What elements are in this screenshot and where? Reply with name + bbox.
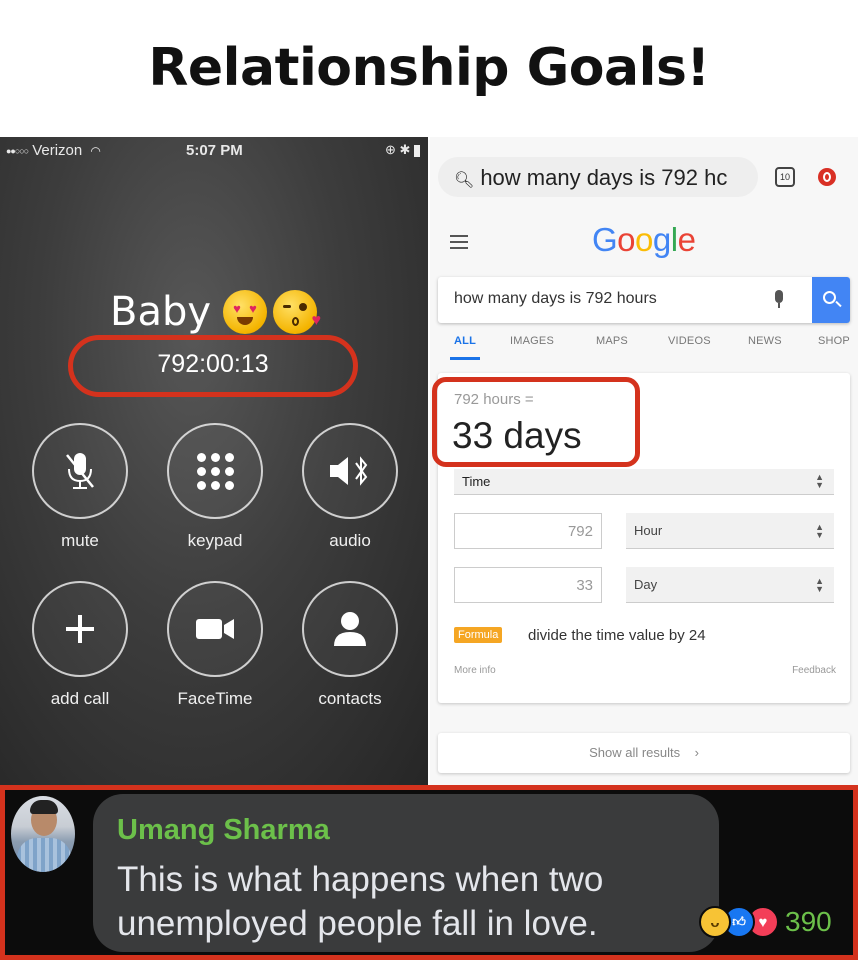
avatar[interactable] [11, 796, 75, 872]
from-unit-select[interactable]: Hour ▲ ▼ [626, 513, 834, 549]
comment-bubble: Umang Sharma This is what happens when t… [93, 794, 719, 952]
tab-news[interactable]: NEWS [748, 335, 782, 347]
signal-icon: ●●○○○ [6, 146, 29, 157]
keypad-label: keypad [187, 531, 243, 550]
keypad-button[interactable] [167, 423, 263, 519]
search-icon: 🔍︎ [454, 172, 475, 189]
mute-button[interactable] [32, 423, 128, 519]
carrier: ●●○○○ Verizon ◠ [6, 142, 101, 159]
audio-button[interactable] [302, 423, 398, 519]
unit-converter-card: 792 hours = 33 days Time ▲ ▼ 792 Hour ▲ ▼ … [432, 373, 850, 703]
to-unit-value: Day [634, 577, 658, 592]
to-unit-select[interactable]: Day ▲ ▼ [626, 567, 834, 603]
caller-row: Baby ♥ ♥ ♥ [110, 287, 321, 337]
add-call-button[interactable] [32, 581, 128, 677]
chevron-right-icon: › [694, 745, 699, 760]
battery-icon [414, 144, 420, 157]
haha-reaction-icon: ᴗ [699, 906, 731, 938]
select-arrows-icon: ▲ ▼ [815, 472, 824, 490]
status-time: 5:07 PM [186, 142, 243, 159]
from-value: 792 [567, 523, 593, 540]
phone-call-screen: ●●○○○ Verizon ◠ 5:07 PM ⊕ ✱ Baby ♥ ♥ ♥ 79… [0, 137, 428, 785]
more-info-link[interactable]: More info [454, 665, 496, 676]
unit-type-value: Time [462, 474, 491, 489]
tab-shopping[interactable]: SHOP [818, 335, 850, 347]
tab-images[interactable]: IMAGES [510, 335, 554, 347]
search-input[interactable]: how many days is 792 hours [454, 290, 657, 308]
search-box[interactable]: how many days is 792 hours [438, 277, 850, 323]
status-icons: ⊕ ✱ [385, 142, 420, 158]
comment-panel: Umang Sharma This is what happens when t… [0, 785, 858, 960]
call-duration: 792:00:13 [157, 350, 269, 378]
tab-maps[interactable]: MAPS [596, 335, 628, 347]
from-unit-value: Hour [634, 523, 663, 538]
meme-title: Relationship Goals! [148, 38, 710, 98]
google-search-screen: 🔍︎ how many days is 792 hc 10 Google how … [430, 137, 858, 785]
contacts-label: contacts [318, 689, 382, 708]
heart-eyes-emoji-icon: ♥ ♥ [223, 290, 268, 334]
browser-menu-icon[interactable] [818, 168, 836, 186]
contacts-button[interactable] [302, 581, 398, 677]
audio-label: audio [329, 531, 371, 550]
address-bar-value: how many days is 792 hc [480, 165, 728, 190]
facetime-label: FaceTime [177, 689, 253, 708]
facetime-button[interactable] [167, 581, 263, 677]
microphone-icon[interactable] [774, 290, 784, 310]
tabs-count-button[interactable]: 10 [775, 167, 795, 187]
search-button[interactable] [812, 277, 850, 323]
select-arrows-icon: ▲ ▼ [815, 576, 824, 594]
carrier-name: Verizon [32, 142, 83, 159]
video-camera-icon [169, 583, 261, 675]
show-all-results-button[interactable]: Show all results › [438, 733, 850, 773]
search-icon [823, 291, 836, 304]
formula-badge: Formula [454, 627, 503, 643]
bluetooth-icon: ✱ [399, 142, 411, 157]
microphone-muted-icon [34, 425, 126, 517]
select-arrows-icon: ▲ ▼ [815, 522, 824, 540]
active-tab-indicator [450, 357, 480, 360]
plus-icon [34, 583, 126, 675]
add-call-label: add call [50, 689, 110, 708]
from-value-field[interactable]: 792 [454, 513, 602, 549]
formula-text: divide the time value by 24 [528, 627, 706, 644]
feedback-link[interactable]: Feedback [792, 665, 836, 676]
bluetooth-audio-icon [304, 425, 396, 517]
reactions[interactable]: ᴗ 👍︎ ♥ 390 [699, 904, 832, 940]
comment-text: This is what happens when two unemployed… [117, 860, 604, 943]
result-highlight [432, 377, 640, 467]
status-bar: ●●○○○ Verizon ◠ 5:07 PM ⊕ ✱ [0, 137, 428, 165]
kissing-emoji-icon: ♥ [273, 290, 321, 334]
address-bar-text: 🔍︎ how many days is 792 hc [454, 165, 727, 191]
reaction-count: 390 [785, 906, 832, 937]
wifi-icon: ◠ [90, 144, 101, 158]
address-bar[interactable]: 🔍︎ how many days is 792 hc [438, 157, 758, 197]
comment-author[interactable]: Umang Sharma [117, 814, 330, 847]
to-value-field[interactable]: 33 [454, 567, 602, 603]
caller-name: Baby [110, 289, 212, 335]
alarm-icon: ⊕ [384, 142, 396, 157]
show-all-label: Show all results [589, 745, 681, 760]
mute-label: mute [61, 531, 99, 550]
google-logo: Google [592, 221, 696, 258]
search-tabs: ALL IMAGES MAPS VIDEOS NEWS SHOP [430, 335, 858, 361]
hamburger-menu-icon[interactable] [450, 235, 468, 253]
tab-all[interactable]: ALL [454, 335, 476, 347]
unit-type-select[interactable]: Time ▲ ▼ [454, 469, 834, 495]
to-value: 33 [576, 577, 593, 594]
tab-videos[interactable]: VIDEOS [668, 335, 711, 347]
keypad-icon [169, 425, 261, 517]
contact-person-icon [304, 583, 396, 675]
duration-highlight: 792:00:13 [68, 335, 358, 397]
